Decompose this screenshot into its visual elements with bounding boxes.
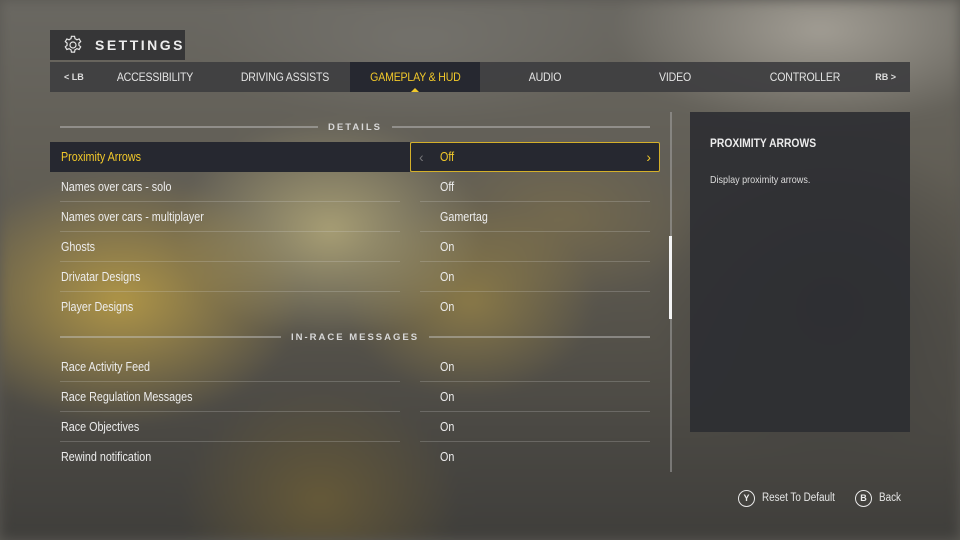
setting-name: Rewind notification bbox=[61, 450, 152, 464]
chevron-right-icon[interactable]: › bbox=[646, 143, 651, 171]
setting-name: Race Objectives bbox=[61, 420, 140, 434]
setting-value: On bbox=[440, 240, 455, 254]
scrollbar-thumb[interactable] bbox=[669, 236, 672, 319]
section-header-details: DETAILS bbox=[60, 121, 650, 133]
description-title: PROXIMITY ARROWS bbox=[710, 136, 817, 150]
setting-value: Off bbox=[440, 180, 455, 194]
setting-name: Race Regulation Messages bbox=[61, 390, 193, 404]
setting-row-race-regulation-messages[interactable]: Race Regulation Messages On bbox=[50, 382, 660, 412]
setting-value: On bbox=[440, 360, 455, 374]
hint-label: Back bbox=[879, 492, 901, 504]
setting-row-proximity-arrows[interactable]: Proximity Arrows bbox=[50, 142, 410, 172]
tab-accessibility[interactable]: ACCESSIBILITY bbox=[98, 62, 212, 92]
gear-icon bbox=[64, 35, 82, 53]
b-button-icon: B bbox=[855, 489, 872, 507]
setting-row-player-designs[interactable]: Player Designs On bbox=[50, 292, 660, 322]
tab-gameplay-hud-label: GAMEPLAY & HUD bbox=[369, 70, 461, 84]
setting-row-rewind-notification[interactable]: Rewind notification On bbox=[50, 442, 660, 472]
section-header-in-race-messages: IN-RACE MESSAGES bbox=[60, 331, 651, 343]
tab-bar: < LB ACCESSIBILITY DRIVING ASSISTS GAMEP… bbox=[50, 62, 910, 92]
setting-row-ghosts[interactable]: Ghosts On bbox=[50, 232, 660, 262]
description-panel: PROXIMITY ARROWS Display proximity arrow… bbox=[690, 112, 910, 432]
setting-name: Names over cars - multiplayer bbox=[61, 210, 204, 224]
page-title: SETTINGS bbox=[94, 37, 185, 53]
setting-row-race-objectives[interactable]: Race Objectives On bbox=[50, 412, 660, 442]
divider bbox=[60, 126, 319, 128]
setting-name: Ghosts bbox=[61, 240, 96, 254]
setting-name: Names over cars - solo bbox=[61, 180, 172, 194]
setting-value: On bbox=[440, 270, 455, 284]
setting-name: Proximity Arrows bbox=[61, 150, 142, 164]
tab-gameplay-hud[interactable]: GAMEPLAY & HUD bbox=[350, 62, 480, 92]
tab-video[interactable]: VIDEO bbox=[618, 62, 732, 92]
setting-value: On bbox=[440, 390, 455, 404]
back-button[interactable]: B Back bbox=[855, 488, 905, 508]
settings-header: SETTINGS bbox=[50, 30, 185, 60]
section-title: IN-RACE MESSAGES bbox=[290, 331, 420, 343]
divider bbox=[60, 336, 281, 338]
description-text: Display proximity arrows. bbox=[710, 174, 811, 186]
y-button-icon: Y bbox=[738, 489, 755, 507]
divider bbox=[429, 336, 651, 338]
hint-label: Reset To Default bbox=[762, 492, 835, 504]
setting-value: On bbox=[440, 420, 455, 434]
setting-value: On bbox=[440, 450, 455, 464]
settings-screen: SETTINGS < LB ACCESSIBILITY DRIVING ASSI… bbox=[0, 0, 960, 540]
divider bbox=[391, 126, 650, 128]
setting-row-names-over-cars-multiplayer[interactable]: Names over cars - multiplayer Gamertag bbox=[50, 202, 660, 232]
proximity-arrows-value-selector[interactable]: ‹ Off › bbox=[410, 142, 660, 172]
setting-name: Drivatar Designs bbox=[61, 270, 141, 284]
tab-controller[interactable]: CONTROLLER bbox=[748, 62, 862, 92]
tab-audio[interactable]: AUDIO bbox=[488, 62, 602, 92]
reset-to-default-button[interactable]: Y Reset To Default bbox=[738, 488, 847, 508]
setting-value: Gamertag bbox=[440, 210, 488, 224]
prev-tab-bumper[interactable]: < LB bbox=[64, 62, 84, 92]
active-tab-indicator bbox=[411, 88, 419, 92]
setting-value: On bbox=[440, 300, 455, 314]
setting-row-names-over-cars-solo[interactable]: Names over cars - solo Off bbox=[50, 172, 660, 202]
setting-row-drivatar-designs[interactable]: Drivatar Designs On bbox=[50, 262, 660, 292]
setting-value: Off bbox=[440, 150, 455, 164]
tab-driving-assists[interactable]: DRIVING ASSISTS bbox=[228, 62, 342, 92]
chevron-left-icon[interactable]: ‹ bbox=[419, 143, 424, 171]
next-tab-bumper[interactable]: RB > bbox=[875, 62, 896, 92]
setting-name: Race Activity Feed bbox=[61, 360, 151, 374]
setting-row-race-activity-feed[interactable]: Race Activity Feed On bbox=[50, 352, 660, 382]
section-title: DETAILS bbox=[328, 121, 382, 133]
setting-name: Player Designs bbox=[61, 300, 134, 314]
